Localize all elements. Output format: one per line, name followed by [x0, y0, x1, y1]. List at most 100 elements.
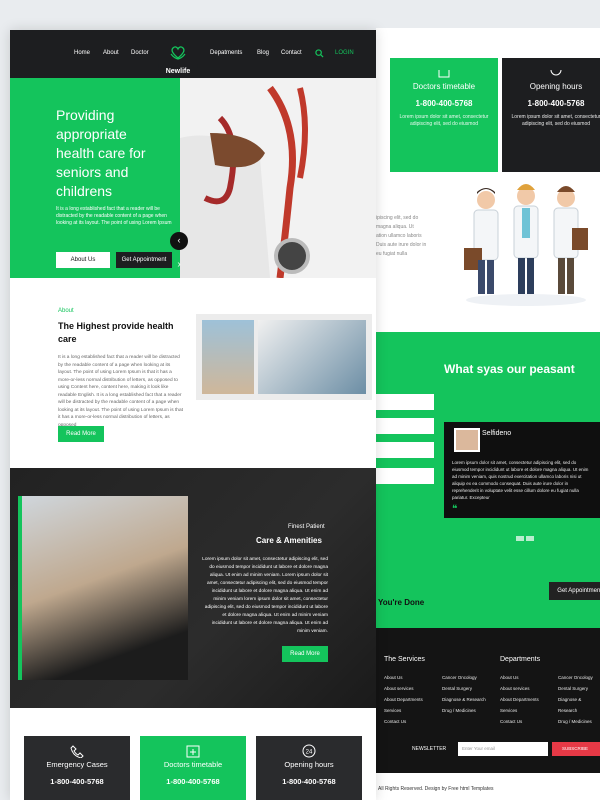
footer-link[interactable]: Contact Us	[384, 716, 423, 727]
footer-link[interactable]: About Us	[384, 672, 423, 683]
read-more-button[interactable]: Read More	[282, 646, 328, 662]
footer-link[interactable]: About services	[384, 683, 423, 694]
footer-link[interactable]: About Departments	[384, 694, 423, 705]
back-card-hours: Opening hours 1-800-400-5768 Lorem ipsum…	[502, 58, 600, 172]
nav-home[interactable]: Home	[74, 50, 90, 56]
hero-heading: Providing appropriate health care for se…	[56, 107, 146, 199]
read-more-button[interactable]: Read More	[58, 426, 104, 442]
back-card-desc: Lorem ipsum dolor sit amet, consectetur …	[511, 114, 600, 127]
hero-body: It is a long established fact that a rea…	[56, 206, 172, 226]
get-appointment-button[interactable]: Get Appointment	[549, 582, 600, 600]
partial-line: ation ullamco laboris	[376, 233, 422, 239]
footer-link[interactable]: About Us	[500, 672, 539, 683]
nav-departments[interactable]: Depatments	[210, 50, 242, 56]
footer-heading: Departments	[500, 656, 541, 663]
nav-about[interactable]: About	[103, 50, 119, 56]
about-section: About The Highest provide health care It…	[10, 278, 376, 468]
review-text: Lorem ipsum dolor sit amet, consectetur …	[452, 460, 589, 500]
form-field[interactable]	[376, 418, 434, 434]
care-image-frame	[18, 496, 188, 680]
form-field[interactable]	[376, 394, 434, 410]
about-us-button[interactable]: About Us	[56, 252, 110, 268]
footer-link[interactable]: Services	[384, 705, 423, 716]
footer-heading: The Services	[384, 656, 425, 663]
chevron-left-icon[interactable]: ‹	[170, 232, 188, 250]
back-card-desc: Lorem ipsum dolor sit amet, consectetur …	[399, 114, 489, 127]
back-card-phone: 1-800-400-5768	[415, 99, 473, 108]
footer-link[interactable]: Dental Surgery	[558, 683, 600, 694]
about-heading: The Highest provide health care	[58, 321, 174, 344]
footer-link[interactable]: Diagnose & Research	[558, 694, 600, 716]
hero-image	[180, 78, 376, 278]
nav-blog[interactable]: Blog	[257, 50, 269, 56]
footer-link[interactable]: Services	[500, 705, 539, 716]
footer-link[interactable]: Diagnose & Research	[442, 694, 486, 705]
care-section: Finest Patient Care & Amenities Lorem ip…	[10, 468, 376, 708]
footer-link[interactable]: Drug / Medicines	[558, 716, 600, 727]
svg-text:24: 24	[306, 750, 313, 756]
navbar: Home About Doctor Newlife Depatments Blo…	[10, 30, 376, 84]
card-emergency: Emergency Cases 1-800-400-5768	[24, 736, 130, 800]
partial-line: Duis aute irure dolor in	[376, 242, 427, 248]
testimonial-card: Selfideno Lorem ipsum dolor sit amet, co…	[444, 422, 600, 518]
card-title: Opening hours	[284, 760, 334, 769]
dot[interactable]	[516, 536, 524, 541]
footer-col: Cancer Oncology Dental Surgery Diagnose …	[442, 672, 486, 716]
card-timetable: Doctors timetable 1-800-400-5768	[140, 736, 246, 800]
footer: The Services Departments About Us About …	[376, 628, 600, 773]
newsletter-email-input[interactable]: Enter Your email	[458, 742, 548, 756]
subscribe-button[interactable]: SUBSCRIBE	[552, 742, 600, 756]
cta-section: You're Done Get Appointment	[376, 568, 600, 628]
cta-text: You're Done	[378, 598, 425, 607]
hero-section: Providing appropriate health care for se…	[10, 78, 376, 278]
testimonial-heading: What syas our peasant	[444, 362, 575, 376]
treatment-photo	[258, 320, 366, 394]
footer-link[interactable]: Contact Us	[500, 716, 539, 727]
search-icon[interactable]	[315, 49, 324, 58]
newsletter-label: NEWSLETTER	[412, 746, 447, 752]
chevron-right-icon[interactable]: ›	[172, 256, 186, 274]
back-card-title: Opening hours	[529, 82, 583, 91]
carousel-dots[interactable]	[516, 528, 536, 546]
clock-24-icon: 24	[302, 744, 316, 758]
form-field[interactable]	[376, 442, 434, 458]
partial-line: magna aliqua. Ut	[376, 224, 414, 230]
card-phone: 1-800-400-5768	[50, 777, 104, 786]
form-field[interactable]	[376, 468, 434, 484]
clock-icon	[550, 70, 562, 76]
back-page: Doctors timetable 1-800-400-5768 Lorem i…	[376, 28, 600, 800]
card-phone: 1-800-400-5768	[282, 777, 336, 786]
card-phone: 1-800-400-5768	[166, 777, 220, 786]
footer-link[interactable]: About services	[500, 683, 539, 694]
nav-doctor[interactable]: Doctor	[131, 50, 149, 56]
about-body: It is a long established fact that a rea…	[58, 355, 183, 428]
about-kicker: About	[58, 308, 74, 314]
dot[interactable]	[526, 536, 534, 541]
back-card-timetable: Doctors timetable 1-800-400-5768 Lorem i…	[390, 58, 498, 172]
back-card-title: Doctors timetable	[412, 82, 476, 91]
card-title: Emergency Cases	[46, 760, 108, 769]
footer-link[interactable]: About Departments	[500, 694, 539, 705]
front-page: Home About Doctor Newlife Depatments Blo…	[10, 30, 376, 800]
nav-contact[interactable]: Contact	[281, 50, 302, 56]
footer-link[interactable]: Cancer Oncology	[442, 672, 486, 683]
heart-hands-icon	[170, 46, 186, 60]
info-cards: Emergency Cases 1-800-400-5768 Doctors t…	[10, 730, 376, 800]
footer-link[interactable]: Cancer Oncology	[558, 672, 600, 683]
footer-link[interactable]: Drug / Medicines	[442, 705, 486, 716]
footer-col: About Us About services About Department…	[384, 672, 423, 727]
about-images	[196, 314, 372, 400]
footer-col: Cancer Oncology Dental Surgery Diagnose …	[558, 672, 600, 727]
phone-icon	[70, 745, 84, 758]
card-title: Doctors timetable	[163, 760, 223, 769]
footer-link[interactable]: Dental Surgery	[442, 683, 486, 694]
footer-col: About Us About services About Department…	[500, 672, 539, 727]
care-heading: Care & Amenities	[256, 536, 322, 545]
avatar	[454, 428, 480, 452]
care-kicker: Finest Patient	[288, 524, 325, 530]
login-link[interactable]: LOGIN	[335, 50, 354, 56]
copyright-text: All Rights Reserved. Design by Free html…	[378, 786, 494, 792]
get-appointment-button[interactable]: Get Appointment	[116, 252, 172, 268]
partial-line: eu fugiat nulla	[376, 251, 408, 257]
care-body: Lorem ipsum dolor sit amet, consectetur …	[202, 557, 328, 634]
